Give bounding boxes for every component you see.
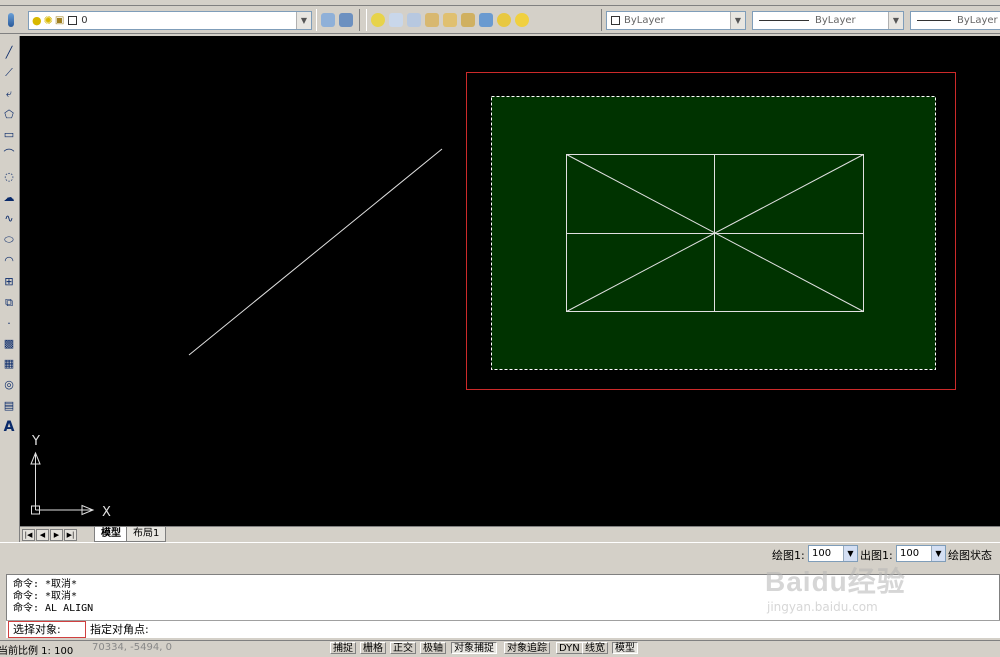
status-toggle-6[interactable]: DYN — [556, 642, 583, 654]
status-toggle-7[interactable]: 线宽 — [582, 642, 608, 654]
layer-tools — [316, 9, 360, 31]
command-history-line: 命令: AL ALIGN — [13, 603, 94, 614]
canvas-svg: Y X — [30, 72, 956, 520]
layer-color-swatch — [68, 16, 78, 25]
select-objects-prompt: 选择对象: — [8, 621, 86, 638]
color-value: ByLayer — [624, 15, 665, 26]
status-toggle-3[interactable]: 极轴 — [420, 642, 446, 654]
chevron-down-icon[interactable]: ▼ — [296, 12, 311, 29]
layers-icon — [8, 13, 14, 27]
gradient-icon[interactable]: ▦ — [2, 357, 16, 371]
command-history-line: 命令: *取消* — [13, 579, 78, 590]
ucs-y-label: Y — [31, 434, 40, 449]
lineweight-dropdown[interactable]: ByLayer — [910, 11, 1000, 30]
color-dropdown[interactable]: ByLayer ▼ — [606, 11, 746, 30]
current-scale-readout: 当前比例 1: 100 — [0, 646, 74, 657]
linetype-dropdown[interactable]: ByLayer ▼ — [752, 11, 904, 30]
layer-manager-button[interactable] — [4, 9, 18, 31]
layout-tab-bar: |◀ ◀ ▶ ▶| 模型 布局1 — [20, 526, 1000, 542]
status-toggle-0[interactable]: 捕捉 — [330, 642, 356, 654]
arc-icon[interactable]: ⌒ — [2, 148, 16, 162]
construction-line-icon[interactable]: ⟋ — [2, 66, 16, 80]
ucs-icon — [30, 451, 95, 516]
first-tab-button[interactable]: |◀ — [22, 529, 35, 541]
revision-cloud-icon[interactable]: ☁ — [2, 191, 16, 205]
lock-icon: ▣ — [54, 15, 65, 26]
layer-copy-icon[interactable] — [461, 13, 475, 27]
bulb-icon: ● — [32, 14, 42, 27]
watermark-brand: Baidu经验 — [765, 566, 906, 597]
output-scale-value: 100 — [900, 548, 920, 559]
linetype-preview — [759, 20, 809, 21]
make-current-layer-icon[interactable] — [321, 13, 335, 27]
layer-match-icon[interactable] — [443, 13, 457, 27]
chevron-down-icon[interactable]: ▼ — [931, 546, 945, 561]
status-toggle-1[interactable]: 栅格 — [360, 642, 386, 654]
ellipse-icon[interactable]: ⬭ — [2, 233, 16, 247]
rectangle-icon[interactable]: ▭ — [2, 128, 16, 142]
watermark-url: jingyan.baidu.com — [767, 600, 878, 614]
hatch-icon[interactable]: ▩ — [2, 337, 16, 351]
status-toggle-5[interactable]: 对象追踪 — [504, 642, 550, 654]
rectangle-drawing[interactable] — [566, 154, 864, 312]
make-block-icon[interactable]: ⧉ — [2, 296, 16, 310]
diagonal-line[interactable] — [188, 148, 443, 356]
layer-name: 0 — [81, 15, 88, 26]
properties-toolbar: ● ✺ ▣ 0 ▼ ByLayer ▼ ByLayer ▼ ByLayer — [0, 6, 1000, 34]
status-toggle-4[interactable]: 对象捕捉 — [451, 642, 497, 654]
polygon-icon[interactable]: ⬠ — [2, 108, 16, 122]
command-history-line: 命令: *取消* — [13, 591, 78, 602]
baidu-watermark: Baidu经验 jingyan.baidu.com — [765, 560, 995, 630]
layer-thaw-icon[interactable] — [515, 13, 529, 27]
sun-icon: ✺ — [43, 14, 53, 27]
layer-previous-icon[interactable] — [339, 13, 353, 27]
ucs-x-label: X — [102, 505, 111, 520]
layer-functions-toolbar — [366, 9, 602, 31]
chevron-down-icon[interactable]: ▼ — [888, 12, 903, 29]
draw-toolbar: ╱ ⟋ ⤶ ⬠ ▭ ⌒ ◌ ☁ ∿ ⬭ ◠ ⊞ ⧉ · ▩ ▦ ◎ ▤ A — [0, 36, 20, 542]
status-toggle-2[interactable]: 正交 — [390, 642, 416, 654]
ellipse-arc-icon[interactable]: ◠ — [2, 254, 16, 268]
next-tab-button[interactable]: ▶ — [50, 529, 63, 541]
linetype-value: ByLayer — [815, 15, 856, 26]
circle-icon[interactable]: ◌ — [2, 170, 16, 184]
lineweight-value: ByLayer — [957, 15, 998, 26]
layer-on-icon[interactable] — [371, 13, 385, 27]
specify-corner-prompt: 指定对角点: — [90, 623, 149, 636]
draw-scale-value: 100 — [812, 548, 832, 559]
lineweight-preview — [917, 20, 951, 21]
multiline-text-icon[interactable]: A — [2, 420, 16, 434]
layer-merge-icon[interactable] — [479, 13, 493, 27]
coordinate-readout: 70334, -5494, 0 — [92, 642, 172, 653]
insert-block-icon[interactable]: ⊞ — [2, 275, 16, 289]
point-icon[interactable]: · — [2, 317, 16, 331]
drawing-canvas[interactable]: Y X — [20, 36, 1000, 526]
status-toggle-8[interactable]: 模型 — [612, 642, 638, 654]
layer-isolate-icon[interactable] — [407, 13, 421, 27]
region-icon[interactable]: ◎ — [2, 378, 16, 392]
layer-walk-icon[interactable] — [497, 13, 511, 27]
tab-model[interactable]: 模型 — [94, 527, 128, 542]
status-bar: 当前比例 1: 100 70334, -5494, 0 捕捉 栅格 正交 极轴 对象捕捉… — [0, 640, 1000, 657]
layer-lock-icon[interactable] — [425, 13, 439, 27]
chevron-down-icon[interactable]: ▼ — [730, 12, 745, 29]
layer-freeze-icon[interactable] — [389, 13, 403, 27]
polyline-icon[interactable]: ⤶ — [2, 87, 16, 101]
prev-tab-button[interactable]: ◀ — [36, 529, 49, 541]
chevron-down-icon[interactable]: ▼ — [843, 546, 857, 561]
color-swatch — [611, 16, 620, 25]
line-tool-icon[interactable]: ╱ — [2, 46, 16, 60]
table-icon[interactable]: ▤ — [2, 399, 16, 413]
spline-icon[interactable]: ∿ — [2, 212, 16, 226]
layer-dropdown[interactable]: ● ✺ ▣ 0 ▼ — [28, 11, 312, 30]
tab-layout1[interactable]: 布局1 — [126, 527, 167, 542]
last-tab-button[interactable]: ▶| — [64, 529, 77, 541]
